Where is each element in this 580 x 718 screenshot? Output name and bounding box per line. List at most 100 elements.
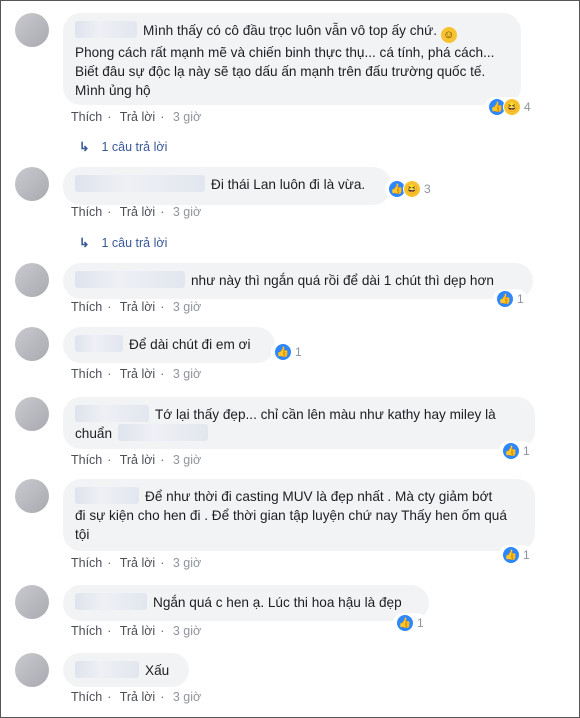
like-link[interactable]: Thích <box>71 205 102 219</box>
separator: · <box>160 205 165 219</box>
reply-link[interactable]: Trả lời <box>120 300 156 314</box>
timestamp[interactable]: 3 giờ <box>173 624 201 638</box>
comment-text-continued: chuẩn <box>75 426 113 441</box>
reaction-summary[interactable]: 👍 😆 4 <box>485 97 534 117</box>
reply-link[interactable]: Trả lời <box>120 453 156 467</box>
separator: · <box>107 205 112 219</box>
blurred-username[interactable] <box>75 335 123 352</box>
separator: · <box>160 110 165 124</box>
reply-link[interactable]: Trả lời <box>120 205 156 219</box>
comment-actions: Thích · Trả lời · 3 giờ <box>71 690 206 704</box>
like-link[interactable]: Thích <box>71 624 102 638</box>
avatar[interactable] <box>15 585 49 619</box>
comment-bubble: như này thì ngắn quá rồi để dài 1 chút t… <box>63 263 533 299</box>
like-reaction-icon: 👍 <box>502 442 520 460</box>
like-link[interactable]: Thích <box>71 367 102 381</box>
comment-text-continued: Phong cách rất mạnh mẽ và chiến binh thự… <box>75 45 495 98</box>
separator: · <box>160 453 165 467</box>
comment-text: Xấu <box>145 663 170 678</box>
comment-actions: Thích · Trả lời · 3 giờ <box>71 367 206 381</box>
reply-link[interactable]: Trả lời <box>120 624 156 638</box>
haha-reaction-icon: 😆 <box>403 180 421 198</box>
avatar[interactable] <box>15 479 49 513</box>
blurred-username[interactable] <box>75 271 185 288</box>
separator: · <box>160 624 165 638</box>
comment-bubble: Tớ lại thấy đẹp... chỉ cần lên màu như k… <box>63 397 535 449</box>
timestamp[interactable]: 3 giờ <box>173 300 201 314</box>
reaction-summary[interactable]: 👍 1 <box>393 613 427 633</box>
reaction-summary[interactable]: 👍 1 <box>499 441 533 461</box>
reaction-count: 4 <box>524 100 531 114</box>
blurred-tag[interactable] <box>118 424 209 441</box>
blurred-username[interactable] <box>75 593 147 610</box>
timestamp[interactable]: 3 giờ <box>173 690 201 704</box>
separator: · <box>160 556 165 570</box>
separator: · <box>160 300 165 314</box>
reaction-count: 1 <box>523 444 530 458</box>
blurred-username[interactable] <box>75 21 137 38</box>
blurred-username[interactable] <box>75 405 149 422</box>
avatar[interactable] <box>15 13 49 47</box>
reply-arrow-icon: ↳ <box>79 140 90 154</box>
avatar[interactable] <box>15 653 49 687</box>
separator: · <box>107 690 112 704</box>
avatar[interactable] <box>15 263 49 297</box>
replies-count: 1 câu trả lời <box>101 140 168 154</box>
reaction-summary[interactable]: 👍 1 <box>499 545 533 565</box>
like-reaction-icon: 👍 <box>396 614 414 632</box>
blurred-username[interactable] <box>75 487 139 504</box>
comment-bubble: Để như thời đi casting MUV là đẹp nhất .… <box>63 479 535 551</box>
separator: · <box>107 556 112 570</box>
reply-arrow-icon: ↳ <box>79 236 90 250</box>
timestamp[interactable]: 3 giờ <box>173 205 201 219</box>
comment-text: Ngắn quá c hen ạ. Lúc thi hoa hậu là đẹp <box>153 595 402 610</box>
separator: · <box>107 110 112 124</box>
like-link[interactable]: Thích <box>71 556 102 570</box>
reaction-count: 1 <box>417 616 424 630</box>
like-link[interactable]: Thích <box>71 453 102 467</box>
timestamp[interactable]: 3 giờ <box>173 556 201 570</box>
comment-text-continued: đi sự kiện cho hen đi . Để thời gian tập… <box>75 508 507 542</box>
comment-actions: Thích · Trả lời · 3 giờ <box>71 556 206 570</box>
reaction-count: 1 <box>523 548 530 562</box>
view-replies-link[interactable]: ↳ 1 câu trả lời <box>79 235 167 250</box>
reply-link[interactable]: Trả lời <box>120 110 156 124</box>
comment-text: như này thì ngắn quá rồi để dài 1 chút t… <box>191 273 494 288</box>
comment-actions: Thích · Trả lời · 3 giờ <box>71 624 206 638</box>
timestamp[interactable]: 3 giờ <box>173 110 201 124</box>
separator: · <box>107 453 112 467</box>
separator: · <box>107 624 112 638</box>
separator: · <box>107 367 112 381</box>
like-reaction-icon: 👍 <box>496 290 514 308</box>
grin-emoji-icon: ☺ <box>440 27 457 43</box>
avatar[interactable] <box>15 327 49 361</box>
avatar[interactable] <box>15 167 49 201</box>
comment-bubble: Để dài chút đi em ơi <box>63 327 275 363</box>
reply-link[interactable]: Trả lời <box>120 690 156 704</box>
separator: · <box>160 367 165 381</box>
reaction-summary[interactable]: 👍 1 <box>271 342 305 362</box>
comment-bubble: Đi thái Lan luôn đi là vừa. <box>63 167 391 205</box>
reaction-summary[interactable]: 👍 😆 3 <box>385 179 434 199</box>
timestamp[interactable]: 3 giờ <box>173 453 201 467</box>
comment-bubble: Xấu <box>63 653 189 687</box>
haha-reaction-icon: 😆 <box>503 98 521 116</box>
timestamp[interactable]: 3 giờ <box>173 367 201 381</box>
reply-link[interactable]: Trả lời <box>120 367 156 381</box>
reaction-summary[interactable]: 👍 1 <box>493 289 527 309</box>
comment-actions: Thích · Trả lời · 3 giờ <box>71 300 206 314</box>
avatar[interactable] <box>15 397 49 431</box>
comment-text: Mình thấy có cô đầu trọc luôn vẫn vô top… <box>143 23 437 38</box>
reaction-count: 1 <box>517 292 524 306</box>
like-link[interactable]: Thích <box>71 110 102 124</box>
view-replies-link[interactable]: ↳ 1 câu trả lời <box>79 139 167 154</box>
blurred-username[interactable] <box>75 175 205 192</box>
comment-thread: Mình thấy có cô đầu trọc luôn vẫn vô top… <box>0 0 580 718</box>
like-link[interactable]: Thích <box>71 300 102 314</box>
like-link[interactable]: Thích <box>71 690 102 704</box>
comment-actions: Thích · Trả lời · 3 giờ <box>71 453 206 467</box>
reply-link[interactable]: Trả lời <box>120 556 156 570</box>
comment-text: Để như thời đi casting MUV là đẹp nhất .… <box>145 489 493 504</box>
blurred-username[interactable] <box>75 661 139 678</box>
reaction-count: 3 <box>424 182 431 196</box>
